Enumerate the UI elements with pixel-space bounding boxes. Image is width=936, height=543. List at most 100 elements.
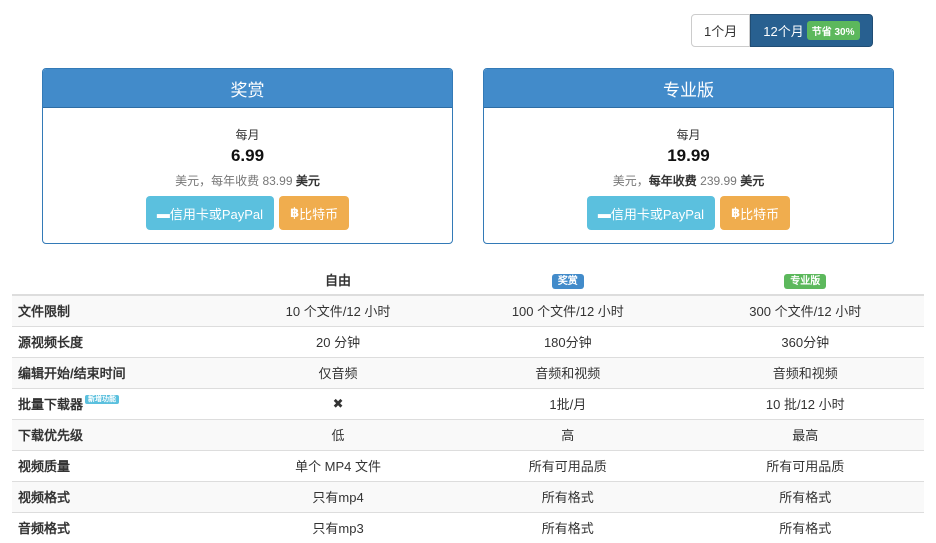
cell-text: 源视频长度 <box>18 335 84 350</box>
feature-value: 所有格式 <box>449 480 687 512</box>
feature-value: 180分钟 <box>449 325 687 357</box>
feature-value: 高 <box>449 418 687 450</box>
plan-title: 奖赏 <box>43 69 452 108</box>
monthly-label: 1个月 <box>704 24 738 39</box>
feature-value: 单个 MP4 文件 <box>227 449 450 481</box>
cell-text: 文件限制 <box>18 304 71 320</box>
cell-text: 所有格式 <box>541 521 594 537</box>
cell-text: 10 批/12 小时 <box>765 397 845 412</box>
feature-name: 视频格式 <box>12 480 227 512</box>
credit-card-icon: ▬ <box>156 205 170 221</box>
feature-name: 文件限制 <box>12 294 227 326</box>
feature-value: ✖ <box>227 387 450 419</box>
table-row: 编辑开始/结束时间 仅音频 音频和视频 音频和视频 <box>12 356 924 388</box>
feature-value: 10 个文件/12 小时 <box>227 294 450 326</box>
feature-name: 编辑开始/结束时间 <box>12 356 227 388</box>
button-label: 比特币 <box>740 206 780 222</box>
cell-text: 批量下载器 <box>18 397 84 412</box>
pro-label: 专业版 <box>784 274 827 289</box>
table-row: 视频质量 单个 MP4 文件 所有可用品质 所有可用品质 <box>12 449 924 481</box>
cell-text: 视频质量 <box>18 459 71 474</box>
cell-text: 180分钟 <box>543 335 592 350</box>
cell-text: 音频和视频 <box>772 366 838 381</box>
cell-text: 只有mp3 <box>312 521 364 537</box>
price: 19.99 <box>667 146 710 165</box>
table-row: 视频格式 只有mp4 所有格式 所有格式 <box>12 480 924 512</box>
note-text: 美元，每年收费 83.99 <box>175 174 293 188</box>
credit-card-icon: ▬ <box>597 205 611 221</box>
feature-value: 音频和视频 <box>449 356 687 388</box>
monthly-option[interactable]: 1个月 <box>691 14 751 47</box>
note-amount: 239.99 <box>700 174 737 188</box>
feature-value: 最高 <box>686 418 924 450</box>
cell-text: 下载优先级 <box>18 428 84 443</box>
note-text: 美元， <box>612 174 649 188</box>
cell-text: 100 个文件/12 小时 <box>511 304 624 320</box>
cell-text: 最高 <box>792 428 819 443</box>
cell-text: 所有格式 <box>779 521 832 537</box>
cell-text: 所有可用品质 <box>528 459 607 474</box>
table-row: 下载优先级 低 高 最高 <box>12 418 924 450</box>
header-empty <box>12 265 227 296</box>
header-pro: 专业版 <box>686 265 924 296</box>
price-note: 美元，每年收费 83.99 美元 <box>43 172 452 189</box>
button-label: 信用卡或PayPal <box>610 206 705 222</box>
feature-value: 所有格式 <box>686 480 924 512</box>
cell-text: 高 <box>561 428 575 443</box>
header-reward: 奖赏 <box>449 265 687 296</box>
cell-text: 音频格式 <box>18 521 71 537</box>
cell-text: 仅音频 <box>318 366 358 381</box>
bitcoin-icon: ฿ <box>290 205 300 220</box>
feature-value: 360分钟 <box>686 325 924 357</box>
new-feature-badge: 新增功能 <box>85 395 120 404</box>
plan-title: 专业版 <box>484 69 893 108</box>
cell-text: 10 个文件/12 小时 <box>285 304 391 320</box>
plan-card-pro: 专业版 每月 19.99 美元，每年收费 239.99 美元 ▬ 信用卡或PayP… <box>483 68 894 244</box>
note-currency: 美元 <box>295 174 320 188</box>
feature-value: 只有mp3 <box>227 511 450 543</box>
cell-text: 所有可用品质 <box>766 459 845 474</box>
feature-value: 所有格式 <box>449 511 687 543</box>
pay-card-button[interactable]: ▬ 信用卡或PayPal <box>145 196 275 230</box>
cell-text: 300 个文件/12 小时 <box>749 304 862 320</box>
feature-value: 所有格式 <box>686 511 924 543</box>
billing-toggle: 1个月 12个月 节省 30% <box>691 14 873 47</box>
feature-value: 低 <box>227 418 450 450</box>
feature-value: 音频和视频 <box>686 356 924 388</box>
reward-label: 奖赏 <box>551 274 584 289</box>
cell-text: 所有格式 <box>541 490 594 505</box>
yearly-option[interactable]: 12个月 节省 30% <box>750 14 873 47</box>
cell-text: 编辑开始/结束时间 <box>18 366 126 381</box>
price-period: 每月 <box>676 128 701 142</box>
cell-text: 单个 MP4 文件 <box>295 459 382 474</box>
feature-value: 1批/月 <box>449 387 687 419</box>
price: 6.99 <box>230 146 265 165</box>
price-note: 美元，每年收费 239.99 美元 <box>484 172 893 189</box>
cell-text: 音频和视频 <box>535 366 601 381</box>
table-row: 批量下载器 新增功能 ✖ 1批/月 10 批/12 小时 <box>12 387 924 419</box>
pay-bitcoin-button[interactable]: ฿比特币 <box>720 196 791 230</box>
cell-text: 1批/月 <box>549 397 587 412</box>
button-label: 信用卡或PayPal <box>169 206 264 222</box>
feature-value: 所有可用品质 <box>449 449 687 481</box>
table-row: 音频格式 只有mp3 所有格式 所有格式 <box>12 511 924 543</box>
header-free: 自由 <box>227 265 450 296</box>
feature-value: 只有mp4 <box>227 480 450 512</box>
cell-text: ✖ <box>332 395 344 411</box>
cell-text: 低 <box>331 428 345 443</box>
feature-name: 音频格式 <box>12 511 227 543</box>
feature-name: 批量下载器 新增功能 <box>12 387 227 419</box>
yearly-label: 12个月 <box>763 24 804 39</box>
table-row: 源视频长度 20 分钟 180分钟 360分钟 <box>12 325 924 357</box>
feature-name: 视频质量 <box>12 449 227 481</box>
note-currency: 美元 <box>740 174 765 188</box>
feature-value: 所有可用品质 <box>686 449 924 481</box>
pay-bitcoin-button[interactable]: ฿比特币 <box>279 196 350 230</box>
pay-card-button[interactable]: ▬ 信用卡或PayPal <box>586 196 716 230</box>
cell-text: 360分钟 <box>781 335 830 350</box>
button-label: 比特币 <box>299 206 339 222</box>
feature-value: 10 批/12 小时 <box>686 387 924 419</box>
cell-text: 所有格式 <box>779 490 832 505</box>
cell-text: 视频格式 <box>18 490 71 505</box>
table-row: 文件限制 10 个文件/12 小时 100 个文件/12 小时 300 个文件/12 … <box>12 294 924 326</box>
